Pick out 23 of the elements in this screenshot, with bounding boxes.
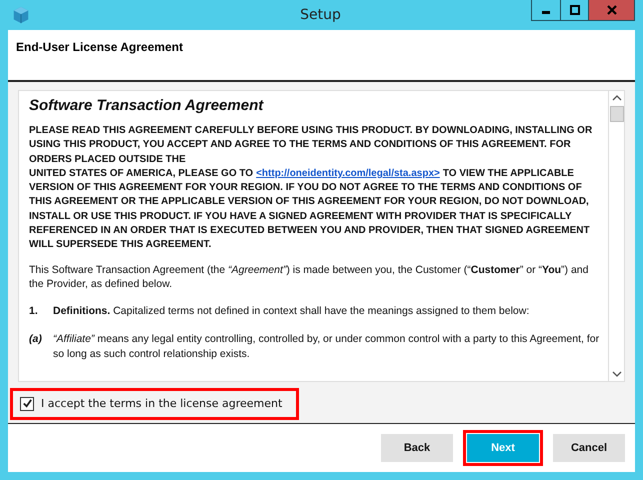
clause-text: “Affiliate” means any legal entity controlling, controlled by, or under common control with a party to this Agreement, for so long as such control relationship exists. [53,332,600,362]
checkmark-icon [22,398,32,409]
intro-paragraph: This Software Transaction Agreement (the “Agreement”) is made between you, the Customer (“Customer” or “You”) and the Provider, as defined below. [29,262,590,292]
window-title: Setup [300,7,341,23]
scrollbar[interactable] [608,91,624,381]
cube-icon [12,6,30,24]
accept-checkbox[interactable]: I accept the terms in the license agreement [10,388,300,420]
minimize-icon [542,11,550,14]
close-button[interactable] [588,0,634,20]
dialog-button[interactable]: Back [381,434,453,462]
close-icon [606,4,618,16]
clause-number: (a) [29,332,43,348]
maximize-icon [568,4,580,16]
scroll-down-icon[interactable] [612,370,622,378]
page-title: End-User License Agreement [16,40,183,54]
clause-text: Definitions. Capitalized terms not defined in context shall have the meanings assigned to them below: [53,304,530,318]
terms-link[interactable]: <http://oneidentity.com/legal/sta.aspx> [256,168,440,179]
agreement-title: Software Transaction Agreement [29,97,265,114]
scroll-up-icon[interactable] [612,94,622,102]
dialog-button[interactable]: Cancel [553,434,625,462]
clause-number: 1. [29,304,39,318]
scroll-thumb[interactable] [610,106,624,122]
notice-paragraph: PLEASE READ THIS AGREEMENT CAREFULLY BEFORE USING THIS PRODUCT. BY DOWNLOADING, INSTALLING OR USING THIS PRODUCT, YOU ACCEPT AND AGREE TO THE TERMS AND CONDITIONS OF THIS AGREEMENT. FOR ORDERS PLACED OUTSIDE THE UNITED STATES OF AMERICA, PLEASE GO TO <http://oneidentity.com/legal/sta.aspx> TO VIEW THE APPLICABLE VERSION OF THIS AGREEMENT FOR YOUR REGION. IF YOU DO NOT AGREE TO THE TERMS AND CONDITIONS OF THIS AGREEMENT OR THE APPLICABLE VERSION OF THIS AGREEMENT FOR YOUR REGION, DO NOT DOWNLOAD, INSTALL OR USE THIS PRODUCT. IF YOU HAVE A SIGNED AGREEMENT WITH PROVIDER THAT IS SPECIFICALLY REFERENCED IN AN ORDER THAT IS EXECUTED BETWEEN YOU AND PROVIDER, THEN THAT SIGNED AGREEMENT WILL SUPERSEDE THIS AGREEMENT. [29,124,594,252]
